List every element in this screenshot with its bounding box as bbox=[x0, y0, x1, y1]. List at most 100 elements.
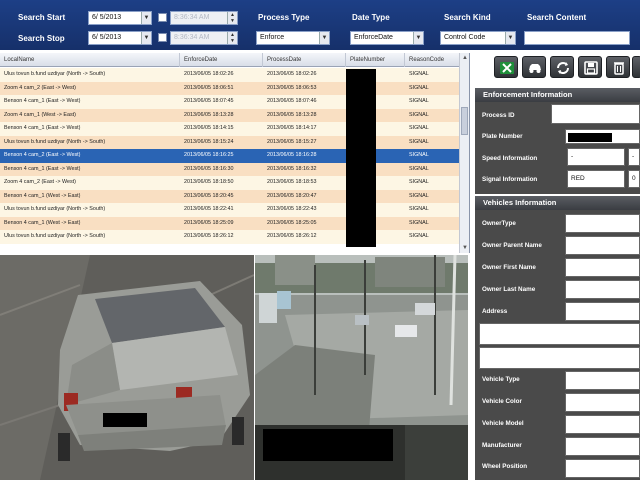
vehicles-info-body: OwnerType Owner Parent Name Owner First … bbox=[475, 210, 640, 480]
cell-reasoncode: SIGNAL bbox=[409, 179, 429, 185]
process-id-field[interactable] bbox=[551, 104, 640, 124]
excel-icon bbox=[500, 62, 514, 74]
search-kind-value: Control Code bbox=[444, 34, 486, 41]
cell-processdate: 2013/06/05 18:22:43 bbox=[267, 206, 317, 212]
scrollbar-thumb[interactable] bbox=[461, 107, 468, 135]
delete-button[interactable] bbox=[606, 56, 630, 78]
cell-enforcedate: 2013/06/05 18:15:24 bbox=[184, 138, 234, 145]
search-content-input[interactable] bbox=[524, 31, 630, 45]
search-kind-select[interactable]: Control Code ▼ bbox=[440, 31, 516, 45]
vehicle-type-field[interactable] bbox=[565, 371, 640, 390]
refresh-button[interactable] bbox=[550, 56, 574, 78]
owner-type-field[interactable] bbox=[565, 214, 640, 233]
delete-icon bbox=[614, 62, 624, 75]
address-field[interactable] bbox=[565, 302, 640, 321]
cell-reasoncode: SIGNAL bbox=[409, 71, 429, 77]
chevron-down-icon[interactable]: ▼ bbox=[141, 32, 151, 44]
cell-enforcedate: 2013/06/05 18:13:28 bbox=[184, 111, 234, 118]
chevron-down-icon[interactable]: ▼ bbox=[141, 12, 151, 24]
start-time-checkbox[interactable] bbox=[158, 13, 167, 22]
vehicle-model-field[interactable] bbox=[565, 415, 640, 434]
speed-value-field[interactable]: - bbox=[567, 148, 625, 166]
cell-reasoncode: SIGNAL bbox=[409, 111, 429, 118]
vehicle-color-field[interactable] bbox=[565, 393, 640, 412]
vehicle-model-label: Vehicle Model bbox=[482, 420, 524, 427]
column-header-reasoncode[interactable]: ReasonCode bbox=[405, 53, 460, 67]
cell-reasoncode: SIGNAL bbox=[409, 125, 429, 131]
search-start-time[interactable]: 8:36:34 AM ▲ ▼ bbox=[170, 11, 238, 25]
cell-enforcedate: 2013/06/05 18:18:50 bbox=[184, 179, 234, 185]
table-row[interactable]: Benson 4 cam_1 (East -> West) 2013/06/05 … bbox=[0, 162, 460, 176]
stop-time-checkbox[interactable] bbox=[158, 33, 167, 42]
cell-reasoncode: SIGNAL bbox=[409, 152, 429, 158]
results-table: LocalName EnforceDate ProcessDate PlateN… bbox=[0, 53, 470, 253]
owner-last-name-field[interactable] bbox=[565, 280, 640, 299]
signal-value-field[interactable]: RED bbox=[567, 170, 625, 188]
table-row[interactable]: Benson 4 cam_2 (East -> West) 2013/06/05 … bbox=[0, 149, 460, 163]
cell-enforcedate: 2013/06/05 18:07:45 bbox=[184, 98, 234, 104]
search-stop-date[interactable]: 6/ 5/2013 ▼ bbox=[88, 31, 152, 45]
process-type-select[interactable]: Enforce ▼ bbox=[256, 31, 330, 45]
speed-value2-field[interactable]: - bbox=[628, 148, 640, 166]
intersection-photo bbox=[255, 255, 468, 480]
cell-localname: Benson 4 cam_1 (West -> East) bbox=[4, 192, 81, 199]
column-header-localname[interactable]: LocalName bbox=[0, 53, 180, 67]
plate-number-field[interactable] bbox=[565, 129, 640, 144]
search-start-date[interactable]: 6/ 5/2013 ▼ bbox=[88, 11, 152, 25]
save-button[interactable] bbox=[578, 56, 602, 78]
cell-localname: Benson 4 cam_2 (East -> West) bbox=[4, 152, 81, 158]
column-header-platenumber[interactable]: PlateNumber bbox=[346, 53, 405, 67]
table-row[interactable]: Ulus tovun b.fund uzdiyar (North -> Sout… bbox=[0, 203, 460, 217]
cell-localname: Zoom 4 cam_2 (East -> West) bbox=[4, 179, 76, 185]
chevron-down-icon[interactable]: ▼ bbox=[413, 32, 423, 44]
address-line2-field[interactable] bbox=[479, 323, 640, 345]
table-scrollbar[interactable]: ▲ ▼ bbox=[459, 53, 469, 253]
spin-icon[interactable]: ▲ ▼ bbox=[227, 12, 237, 24]
vehicles-info-header: Vehicles Information bbox=[475, 196, 640, 210]
cell-localname: Ulus tovun b.fund uzdiyar (North -> Sout… bbox=[4, 233, 106, 239]
table-row[interactable]: Benson 4 cam_1 (East -> West) 2013/06/05 … bbox=[0, 95, 460, 109]
cell-localname: Zoom 4 cam_2 (East -> West) bbox=[4, 84, 76, 91]
chevron-down-icon[interactable]: ▼ bbox=[319, 32, 329, 44]
table-row[interactable]: Benson 4 cam_1 (West -> East) 2013/06/05 … bbox=[0, 216, 460, 230]
cell-reasoncode: SIGNAL bbox=[409, 206, 429, 212]
table-row[interactable]: Ulus tovun b.fund uzdiyar (North -> Sout… bbox=[0, 68, 460, 82]
cell-processdate: 2013/06/05 18:26:12 bbox=[267, 233, 317, 239]
cell-enforcedate: 2013/06/05 18:06:51 bbox=[184, 84, 234, 91]
scroll-down-icon[interactable]: ▼ bbox=[460, 243, 469, 253]
search-stop-time[interactable]: 8:36:34 AM ▲ ▼ bbox=[170, 31, 238, 45]
owner-parent-name-field[interactable] bbox=[565, 236, 640, 255]
address-line3-field[interactable] bbox=[479, 347, 640, 369]
chevron-down-icon[interactable]: ▼ bbox=[505, 32, 515, 44]
table-row[interactable]: Benson 4 cam_1 (West -> East) 2013/06/05 … bbox=[0, 189, 460, 203]
table-row[interactable]: Ulus tovun b.fund uzdiyar (North -> Sout… bbox=[0, 135, 460, 149]
table-row[interactable]: Zoom 4 cam_2 (East -> West) 2013/06/05 18… bbox=[0, 81, 460, 95]
vehicle-button[interactable] bbox=[522, 56, 546, 78]
cell-processdate: 2013/06/05 18:02:26 bbox=[267, 71, 317, 77]
table-row[interactable]: Zoom 4 cam_2 (East -> West) 2013/06/05 18… bbox=[0, 176, 460, 190]
cell-reasoncode: SIGNAL bbox=[409, 219, 429, 226]
plate-redaction bbox=[346, 69, 376, 247]
cell-enforcedate: 2013/06/05 18:16:30 bbox=[184, 165, 234, 172]
signal-value2-field[interactable]: 0 bbox=[628, 170, 640, 188]
column-header-processdate[interactable]: ProcessDate bbox=[263, 53, 346, 67]
scroll-up-icon[interactable]: ▲ bbox=[460, 53, 469, 63]
column-header-enforcedate[interactable]: EnforceDate bbox=[180, 53, 263, 67]
table-row[interactable]: Benson 4 cam_1 (East -> West) 2013/06/05 … bbox=[0, 122, 460, 136]
owner-type-label: OwnerType bbox=[482, 220, 516, 227]
save-icon bbox=[584, 61, 598, 75]
more-button[interactable] bbox=[632, 56, 640, 78]
cell-reasoncode: SIGNAL bbox=[409, 192, 429, 199]
table-row[interactable]: Zoom 4 cam_1 (West -> East) 2013/06/05 18… bbox=[0, 108, 460, 122]
owner-first-name-field[interactable] bbox=[565, 258, 640, 277]
export-excel-button[interactable] bbox=[494, 56, 518, 78]
table-row[interactable]: Ulus tovun b.fund uzdiyar (North -> Sout… bbox=[0, 230, 460, 244]
date-type-select[interactable]: EnforceDate ▼ bbox=[350, 31, 424, 45]
cell-processdate: 2013/06/05 18:25:05 bbox=[267, 219, 317, 226]
cell-processdate: 2013/06/05 18:20:47 bbox=[267, 192, 317, 199]
speed-info-label: Speed Information bbox=[482, 155, 538, 162]
search-content-label: Search Content bbox=[527, 13, 587, 22]
wheel-position-field[interactable] bbox=[565, 459, 640, 478]
manufacturer-field[interactable] bbox=[565, 437, 640, 456]
spin-icon[interactable]: ▲ ▼ bbox=[227, 32, 237, 44]
